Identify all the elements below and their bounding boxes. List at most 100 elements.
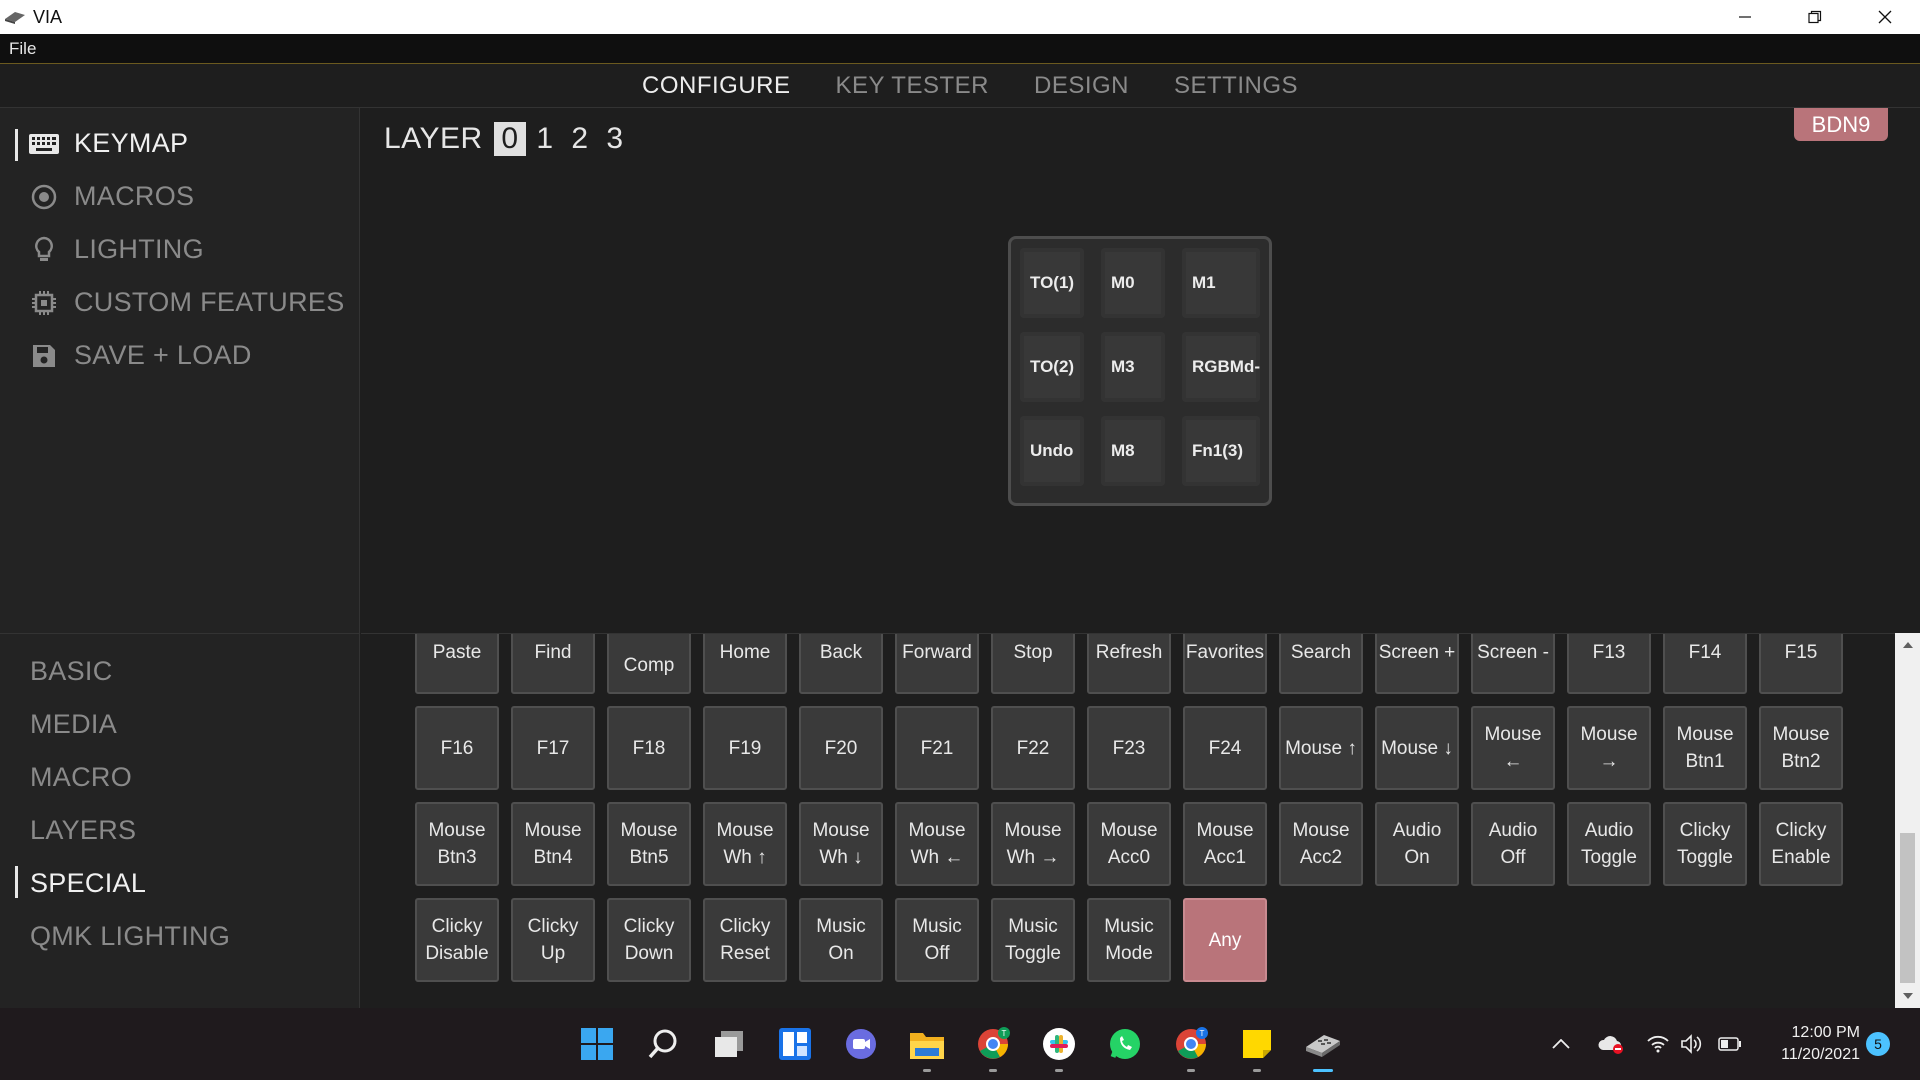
file-explorer-icon[interactable] [907, 1024, 947, 1072]
minimize-button[interactable] [1710, 0, 1780, 34]
keycode-button[interactable]: Screen + [1375, 634, 1459, 694]
keycode-button[interactable]: Audio Toggle [1567, 802, 1651, 886]
keycode-button[interactable]: Clicky Enable [1759, 802, 1843, 886]
category-media[interactable]: MEDIA [30, 709, 117, 740]
wifi-icon[interactable] [1644, 1026, 1672, 1062]
keycode-button[interactable]: Music On [799, 898, 883, 982]
sticky-notes-icon[interactable] [1237, 1024, 1277, 1072]
keycode-button[interactable]: Paste [415, 634, 499, 694]
keycode-button[interactable]: Home [703, 634, 787, 694]
keycode-button[interactable]: Music Off [895, 898, 979, 982]
keycode-button[interactable]: F24 [1183, 706, 1267, 790]
scroll-down-icon[interactable] [1895, 986, 1920, 1006]
board-key[interactable]: TO(1) [1020, 248, 1084, 318]
keycode-button[interactable]: Stop [991, 634, 1075, 694]
keycode-button[interactable]: F22 [991, 706, 1075, 790]
chrome-profile-icon[interactable]: T [1171, 1024, 1211, 1072]
keycode-button[interactable]: Back [799, 634, 883, 694]
keycode-button[interactable]: Mouse Acc2 [1279, 802, 1363, 886]
whatsapp-icon[interactable] [1105, 1024, 1145, 1064]
keycode-button[interactable]: F21 [895, 706, 979, 790]
keycode-button[interactable]: Mouse ↑ [1279, 706, 1363, 790]
keycode-button[interactable]: Mouse Wh → [991, 802, 1075, 886]
keycode-button[interactable]: Clicky Up [511, 898, 595, 982]
keycode-button[interactable]: Mouse ← [1471, 706, 1555, 790]
task-view-icon[interactable] [709, 1024, 749, 1064]
keycode-button[interactable]: Mouse Wh ↓ [799, 802, 883, 886]
layer-3-button[interactable]: 3 [599, 122, 631, 156]
keycode-button[interactable]: Favorites [1183, 634, 1267, 694]
keycode-button[interactable]: Mouse Acc0 [1087, 802, 1171, 886]
keycode-button[interactable]: Mouse Wh ← [895, 802, 979, 886]
sidebar-item-save-load[interactable]: SAVE + LOAD [28, 340, 252, 371]
palette-scrollbar[interactable] [1895, 633, 1920, 1008]
keycode-button[interactable]: Search [1279, 634, 1363, 694]
file-menu[interactable]: File [9, 39, 36, 59]
keycode-button[interactable]: F13 [1567, 634, 1651, 694]
tab-key-tester[interactable]: KEY TESTER [835, 72, 989, 100]
chevron-up-icon[interactable] [1546, 1026, 1576, 1062]
layer-2-button[interactable]: 2 [564, 122, 596, 156]
keycode-button[interactable]: F17 [511, 706, 595, 790]
board-key[interactable]: Fn1(3) [1182, 416, 1260, 486]
keycode-button[interactable]: Clicky Down [607, 898, 691, 982]
keycode-button[interactable]: Mouse Btn3 [415, 802, 499, 886]
battery-icon[interactable] [1716, 1026, 1744, 1062]
board-key[interactable]: M1 [1182, 248, 1260, 318]
keycode-button[interactable]: Music Mode [1087, 898, 1171, 982]
board-key[interactable]: RGBMd- [1182, 332, 1260, 402]
keycode-button[interactable]: Mouse Wh ↑ [703, 802, 787, 886]
widgets-icon[interactable] [775, 1024, 815, 1064]
windows-start-icon[interactable] [577, 1024, 617, 1064]
layer-0-button[interactable]: 0 [493, 122, 526, 156]
keycode-button[interactable]: Refresh [1087, 634, 1171, 694]
board-key[interactable]: M8 [1101, 416, 1165, 486]
layer-1-button[interactable]: 1 [529, 122, 561, 156]
keycode-button[interactable]: F16 [415, 706, 499, 790]
sidebar-item-keymap[interactable]: KEYMAP [28, 128, 188, 159]
volume-icon[interactable] [1678, 1026, 1706, 1062]
category-basic[interactable]: BASIC [30, 656, 113, 687]
via-icon[interactable] [1303, 1024, 1343, 1072]
keycode-button[interactable]: Clicky Reset [703, 898, 787, 982]
keycode-button[interactable]: Mouse Btn5 [607, 802, 691, 886]
sidebar-item-macros[interactable]: MACROS [28, 181, 194, 212]
category-special[interactable]: SPECIAL [30, 868, 146, 899]
category-layers[interactable]: LAYERS [30, 815, 136, 846]
keycode-button[interactable]: F15 [1759, 634, 1843, 694]
board-key[interactable]: M0 [1101, 248, 1165, 318]
keycode-button[interactable]: Mouse ↓ [1375, 706, 1459, 790]
keycode-button[interactable]: F20 [799, 706, 883, 790]
board-key[interactable]: TO(2) [1020, 332, 1084, 402]
keycode-button[interactable]: Find [511, 634, 595, 694]
notification-badge[interactable]: 5 [1866, 1032, 1890, 1056]
keycode-button[interactable]: Mouse Btn4 [511, 802, 595, 886]
onedrive-icon[interactable] [1596, 1026, 1626, 1062]
system-clock[interactable]: 12:00 PM 11/20/2021 [1760, 1022, 1860, 1066]
scrollbar-thumb[interactable] [1900, 833, 1915, 983]
scroll-up-icon[interactable] [1895, 635, 1920, 655]
keycode-button[interactable]: F14 [1663, 634, 1747, 694]
keycode-button[interactable]: Screen - [1471, 634, 1555, 694]
tab-design[interactable]: DESIGN [1034, 72, 1129, 100]
search-icon[interactable] [643, 1024, 683, 1064]
keycode-button[interactable]: Audio Off [1471, 802, 1555, 886]
chrome-icon[interactable]: T [973, 1024, 1013, 1072]
board-key[interactable]: M3 [1101, 332, 1165, 402]
keycode-button[interactable]: Music Toggle [991, 898, 1075, 982]
sidebar-item-custom-features[interactable]: CUSTOM FEATURES [28, 287, 345, 318]
category-qmk-lighting[interactable]: QMK LIGHTING [30, 921, 230, 952]
keycode-button[interactable]: Forward [895, 634, 979, 694]
keycode-button[interactable]: Mouse Btn2 [1759, 706, 1843, 790]
sidebar-item-lighting[interactable]: LIGHTING [28, 234, 204, 265]
close-button[interactable] [1850, 0, 1920, 34]
keycode-button[interactable]: F18 [607, 706, 691, 790]
keycode-button[interactable]: Mouse Btn1 [1663, 706, 1747, 790]
tab-configure[interactable]: CONFIGURE [642, 72, 791, 100]
keycode-button[interactable]: Clicky Disable [415, 898, 499, 982]
any-key-button[interactable]: Any [1183, 898, 1267, 982]
slack-icon[interactable] [1039, 1024, 1079, 1072]
keycode-button[interactable]: F19 [703, 706, 787, 790]
board-key[interactable]: Undo [1020, 416, 1084, 486]
teams-chat-icon[interactable] [841, 1024, 881, 1064]
